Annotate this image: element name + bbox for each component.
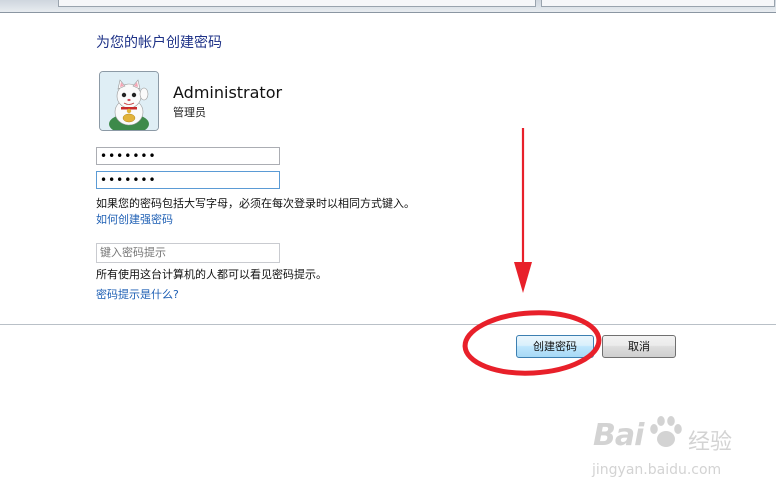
address-segment	[58, 0, 536, 7]
password-hint-input[interactable]	[96, 243, 280, 263]
password-hint-link[interactable]: 密码提示是什么?	[96, 286, 179, 302]
window-top-strip	[0, 0, 776, 13]
confirm-password-field[interactable]: •••••••	[96, 171, 280, 189]
baidu-watermark: Bai 经验 jingyan.baidu.com	[590, 402, 750, 482]
red-arrow-icon	[514, 128, 532, 293]
user-name: Administrator	[173, 83, 283, 102]
watermark-suffix: 经验	[688, 430, 733, 455]
lucky-cat-icon	[100, 72, 158, 130]
cancel-button[interactable]: 取消	[602, 335, 676, 358]
paw-icon	[650, 416, 682, 447]
hint-note: 所有使用这台计算机的人都可以看见密码提示。	[96, 268, 327, 281]
user-role: 管理员	[173, 106, 206, 119]
divider	[0, 324, 776, 325]
caps-note: 如果您的密码包括大写字母，必须在每次登录时以相同方式键入。	[96, 197, 415, 210]
new-password-field[interactable]: •••••••	[96, 147, 280, 165]
watermark-brand: Bai	[593, 418, 644, 453]
page-title: 为您的帐户创建密码	[96, 35, 222, 51]
create-password-button[interactable]: 创建密码	[516, 335, 594, 358]
watermark-url: jingyan.baidu.com	[592, 462, 722, 478]
search-segment	[541, 0, 775, 7]
user-avatar	[99, 71, 159, 131]
strong-password-link[interactable]: 如何创建强密码	[96, 211, 173, 227]
